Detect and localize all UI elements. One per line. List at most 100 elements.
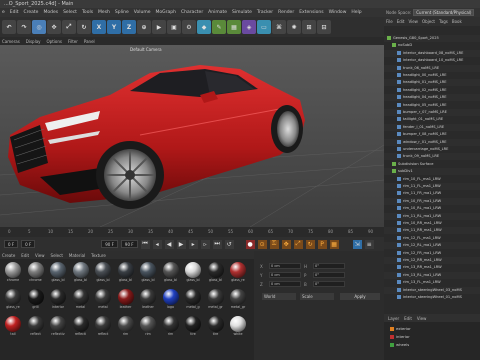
keyframe-selection-icon[interactable]: ⚿ [269, 239, 279, 249]
object-row[interactable]: bumper_r_07_noMS_LRE [384, 109, 480, 116]
object-row[interactable]: rim_12_RR_ma1_LRW [384, 257, 480, 264]
material-menu-item[interactable]: Create [2, 253, 15, 258]
light-icon[interactable]: ✺ [287, 20, 301, 34]
undo-button[interactable]: ↶ [2, 20, 16, 34]
object-row[interactable]: rim_13_RL_ma1_LRW [384, 271, 480, 279]
spline-pen-icon[interactable]: ✎ [212, 20, 226, 34]
object-row[interactable]: taillight_01_noMS_LRE [384, 116, 480, 123]
scale-key-icon[interactable]: ⤢ [293, 239, 303, 249]
goto-start-icon[interactable]: ⏮ [140, 239, 150, 249]
goto-end-icon[interactable]: ⏭ [212, 239, 222, 249]
object-row[interactable]: headlight_02_noMS_LRE [384, 87, 480, 94]
timeline-menu-icon[interactable]: ≡ [364, 239, 374, 249]
menu-item[interactable]: Volume [134, 8, 151, 17]
end-preview-field[interactable]: 90 F [120, 240, 138, 248]
3d-viewport[interactable] [0, 45, 384, 227]
material-swatch[interactable]: rim [138, 316, 158, 340]
start-frame-field[interactable]: 0 F [21, 240, 36, 248]
object-row[interactable]: rim_10_RR_ma1_LRW [384, 220, 480, 227]
autokey-icon[interactable]: ⊙ [257, 239, 267, 249]
material-menu-item[interactable]: View [35, 253, 45, 258]
object-row[interactable]: rim_10_FR_ma1_LRW [384, 197, 480, 205]
object-row[interactable]: undercarriage_noMS_LRE [384, 146, 480, 153]
live-select-icon[interactable]: ◎ [32, 20, 46, 34]
material-menu-item[interactable]: Edit [21, 253, 29, 258]
object-row[interactable]: rim_12_RL_ma1_LRW [384, 242, 480, 250]
menu-item[interactable]: Mesh [98, 8, 110, 17]
material-swatch[interactable]: white [228, 316, 248, 340]
material-swatch[interactable]: leather [116, 289, 136, 313]
object-row[interactable]: interior_steeringWheel_01_noMS [384, 294, 480, 301]
coord-value-field[interactable]: 0° [313, 272, 345, 278]
deformer-icon[interactable]: ◈ [242, 20, 256, 34]
object-row[interactable]: rim_11_FR_ma1_LRW [384, 190, 480, 197]
material-swatch[interactable]: reflecti [71, 316, 91, 340]
material-swatch[interactable]: grill [26, 289, 46, 313]
material-swatch[interactable]: logo [161, 289, 181, 313]
end-frame-field[interactable]: 90 F [101, 240, 118, 248]
menu-item[interactable]: Render [278, 8, 294, 17]
object-menu-item[interactable]: Object [422, 19, 435, 24]
material-swatch[interactable]: glass_bl [48, 262, 68, 286]
object-row[interactable]: window_r_01_noMS_LRE [384, 138, 480, 146]
menu-item[interactable]: Animate [208, 8, 227, 17]
camera-icon[interactable]: ⌘ [272, 20, 286, 34]
object-row[interactable]: rim_10_RL_ma1_LRW [384, 205, 480, 212]
material-swatch[interactable]: metal [71, 289, 91, 313]
material-swatch[interactable]: glass_bl [93, 262, 113, 286]
scale-icon[interactable]: ⤢ [62, 20, 76, 34]
material-swatch[interactable]: glass_re [3, 289, 23, 313]
next-key-icon[interactable]: ▹ [200, 239, 210, 249]
subdivision-icon[interactable]: ▦ [227, 20, 241, 34]
material-swatch[interactable]: leather [138, 289, 158, 313]
menu-item[interactable]: Extensions [299, 8, 323, 17]
object-row[interactable]: subDiv1 [384, 168, 480, 176]
menu-item[interactable]: Window [329, 8, 347, 17]
workplane-icon[interactable]: ⊟ [317, 20, 331, 34]
menu-item[interactable]: Edit [10, 8, 19, 17]
next-frame-icon[interactable]: ▸ [188, 239, 198, 249]
material-swatch[interactable]: reflect [93, 316, 113, 340]
object-row[interactable]: headlight_05_noMS_LRE [384, 102, 480, 109]
object-row[interactable]: rim_13_FL_ma1_LRW [384, 279, 480, 286]
cube-icon[interactable]: ◆ [197, 20, 211, 34]
material-swatch[interactable]: reflect [26, 316, 46, 340]
material-swatch[interactable]: tire [183, 316, 203, 340]
layer-row[interactable]: wheels [390, 342, 478, 348]
material-swatch[interactable]: chrome [3, 262, 23, 286]
object-row[interactable]: rim_10_FL_ma1_LRW [384, 176, 480, 183]
material-swatch[interactable]: rim [116, 316, 136, 340]
object-row[interactable]: trunk_06_noMS_LRE [384, 64, 480, 72]
material-swatch[interactable]: glass_bl [206, 262, 226, 286]
position-key-icon[interactable]: ✥ [281, 239, 291, 249]
move-icon[interactable]: ✥ [47, 20, 61, 34]
object-row[interactable]: headlight_00_noMS_LRE [384, 72, 480, 79]
material-menu-item[interactable]: Texture [91, 253, 106, 258]
material-swatch[interactable]: interior [48, 289, 68, 313]
object-menu-item[interactable]: Tags [439, 19, 448, 24]
viewport-menu-item[interactable]: Panel [84, 39, 95, 44]
coordinate-system-icon[interactable]: ⊕ [137, 20, 151, 34]
object-row[interactable]: headlight_01_noMS_LRE [384, 79, 480, 87]
coord-value-field[interactable]: 0° [313, 281, 345, 287]
menu-item[interactable]: MoGraph [156, 8, 176, 17]
rotate-icon[interactable]: ↻ [77, 20, 91, 34]
object-row[interactable]: rim_13_RR_ma1_LRW [384, 264, 480, 271]
pla-key-icon[interactable]: ▦ [329, 239, 339, 249]
object-row[interactable]: rim_11_FL_ma1_LRW [384, 183, 480, 190]
object-row[interactable]: rim_12_FL_ma1_LRW [384, 235, 480, 242]
coord-value-field[interactable]: 0 cm [269, 263, 301, 269]
viewport-menu-item[interactable]: Display [26, 39, 41, 44]
material-menu-item[interactable]: Material [69, 253, 85, 258]
object-row[interactable]: bumper_f_08_noMS_LRE [384, 131, 480, 138]
apply-button[interactable]: Apply [340, 293, 380, 300]
object-row[interactable]: rim_12_FR_ma1_LRW [384, 250, 480, 257]
layer-menu-item[interactable]: Layer [388, 316, 399, 321]
material-menu-item[interactable]: Select [51, 253, 63, 258]
material-swatch[interactable]: glass_bl [138, 262, 158, 286]
interpolation-icon[interactable]: ⇲ [352, 239, 362, 249]
menu-item[interactable]: Help [351, 8, 361, 17]
coord-value-field[interactable]: 0 cm [269, 281, 301, 287]
play-icon[interactable]: ▶ [176, 239, 186, 249]
object-row[interactable]: headlight_04_noMS_LRE [384, 94, 480, 102]
